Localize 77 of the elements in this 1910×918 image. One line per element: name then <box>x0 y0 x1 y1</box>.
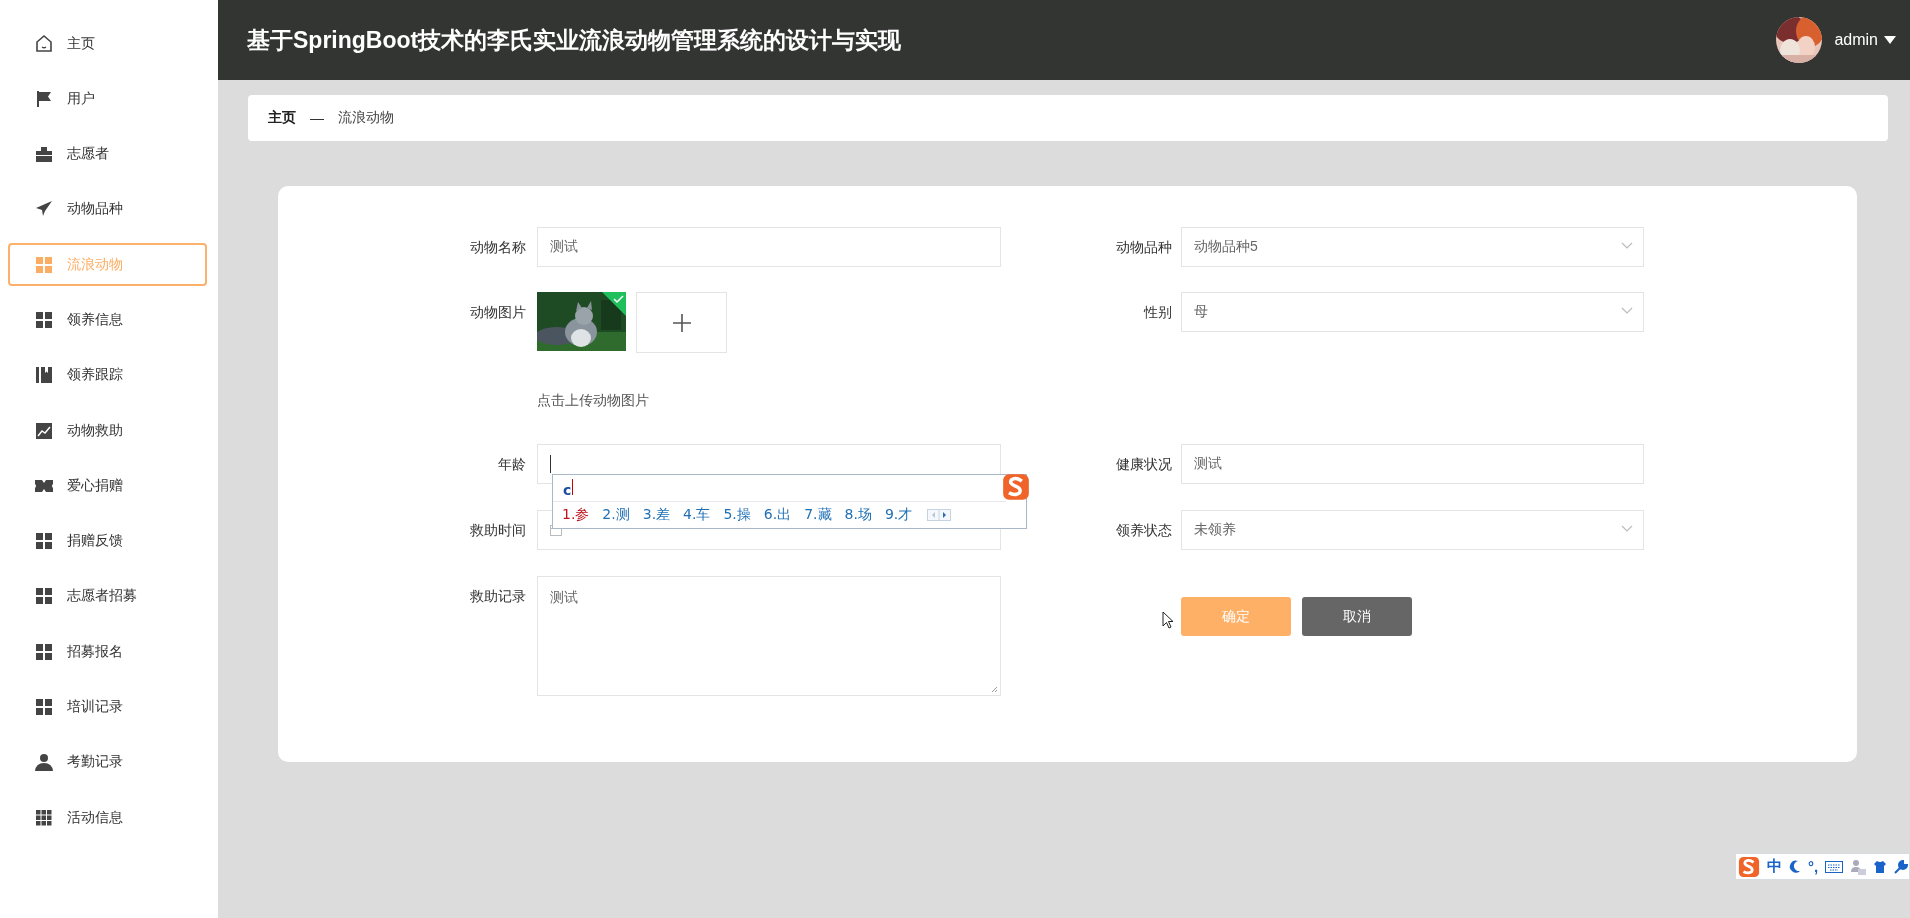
field-label: 动物名称 <box>469 238 526 257</box>
plus-icon <box>671 312 692 333</box>
chevron-down-icon <box>1621 307 1633 315</box>
mouse-pointer-icon <box>1162 611 1174 629</box>
ime-mode-toggle[interactable]: 中 <box>1767 857 1782 876</box>
grid-icon <box>34 310 54 330</box>
sidebar-item[interactable]: 领养跟踪 <box>8 353 207 397</box>
person-icon <box>34 752 54 773</box>
sidebar-item[interactable]: 用户 <box>8 77 207 121</box>
sidebar-item[interactable]: 志愿者 <box>8 132 207 176</box>
textarea-field[interactable]: 测试 <box>537 576 1001 696</box>
field-label: 年龄 <box>497 455 526 474</box>
shirt-icon[interactable] <box>1873 859 1888 874</box>
flag-icon <box>34 88 54 109</box>
grid-icon <box>34 641 54 662</box>
chevron-down-icon <box>1621 525 1633 533</box>
field-label: 救助记录 <box>469 587 526 606</box>
grid-icon <box>34 531 54 552</box>
keyboard-icon[interactable] <box>1825 860 1844 873</box>
sidebar-item[interactable]: 培训记录 <box>8 685 207 729</box>
sidebar-item[interactable]: 活动信息 <box>8 796 207 840</box>
wrench-icon[interactable] <box>1894 859 1909 874</box>
moon-icon[interactable] <box>1789 859 1801 874</box>
grid-icon <box>34 697 54 718</box>
briefcase-icon <box>34 144 54 165</box>
sidebar-item[interactable]: 考勤记录 <box>8 740 207 784</box>
ime-candidate[interactable]: 3.差 <box>642 506 671 524</box>
sidebar-item[interactable]: 爱心捐赠 <box>8 464 207 508</box>
cancel-button[interactable]: 取消 <box>1302 597 1412 636</box>
chart-icon <box>34 420 54 441</box>
user-icon[interactable] <box>1850 858 1867 875</box>
field-label: 健康状况 <box>1115 455 1172 474</box>
chevron-down-icon <box>1621 242 1633 250</box>
sidebar-item[interactable]: 捐赠反馈 <box>8 519 207 563</box>
breadcrumb-link[interactable]: 流浪动物 <box>338 109 394 127</box>
field-label: 性别 <box>1142 303 1172 322</box>
sogou-logo-icon[interactable] <box>1002 473 1030 501</box>
bookmark-icon <box>34 365 54 386</box>
field-label: 救助时间 <box>469 521 526 540</box>
text-field[interactable]: 测试 <box>1181 444 1644 484</box>
sidebar-item[interactable]: 动物品种 <box>8 187 207 231</box>
select-field[interactable]: 母 <box>1181 292 1644 332</box>
sidebar-item[interactable]: 领养信息 <box>8 298 207 342</box>
field-label: 动物品种 <box>1115 238 1172 257</box>
sidebar-item[interactable]: 志愿者招募 <box>8 574 207 618</box>
ime-candidate[interactable]: 4.车 <box>683 506 711 524</box>
ime-candidate[interactable]: 2.测 <box>602 506 630 524</box>
field-label: 领养状态 <box>1115 521 1172 540</box>
grid-icon <box>34 254 54 275</box>
field-label: 动物图片 <box>469 303 526 322</box>
sidebar-item[interactable]: 动物救助 <box>8 409 207 453</box>
upload-hint: 点击上传动物图片 <box>537 392 650 408</box>
ime-candidate[interactable]: 5.操 <box>723 506 751 524</box>
sogou-logo-icon[interactable] <box>1738 855 1760 878</box>
caret-icon[interactable] <box>1884 36 1896 44</box>
select-field[interactable]: 未领养 <box>1181 510 1644 550</box>
app-title: 基于SpringBoot技术的李氏实业流浪动物管理系统的设计与实现 <box>247 25 903 55</box>
text-field[interactable]: 测试 <box>537 227 1001 267</box>
calendar-icon <box>550 524 562 536</box>
sidebar-item[interactable]: 主页 <box>8 22 207 65</box>
ime-composition: c <box>563 478 574 498</box>
grid-icon <box>34 586 54 607</box>
ime-candidate[interactable]: 6.出 <box>763 506 792 524</box>
breadcrumb-separator: — <box>310 110 324 126</box>
page-arrows-icon[interactable] <box>927 509 952 521</box>
ime-candidate[interactable]: 8.场 <box>844 506 872 524</box>
sidebar-item[interactable]: 招募报名 <box>8 630 207 674</box>
select-field[interactable]: 动物品种5 <box>1181 227 1644 267</box>
home-icon <box>34 33 54 54</box>
punctuation-toggle[interactable]: °, <box>1808 858 1819 875</box>
ime-candidate[interactable]: 9.才 <box>884 506 913 524</box>
grid-icon <box>34 807 54 828</box>
user-name[interactable]: admin <box>1834 31 1878 49</box>
breadcrumb-link[interactable]: 主页 <box>268 109 296 127</box>
resize-handle-icon[interactable] <box>991 686 998 693</box>
ime-candidate[interactable]: 7.藏 <box>804 506 832 524</box>
ime-candidate[interactable]: 1.参 <box>562 506 590 524</box>
